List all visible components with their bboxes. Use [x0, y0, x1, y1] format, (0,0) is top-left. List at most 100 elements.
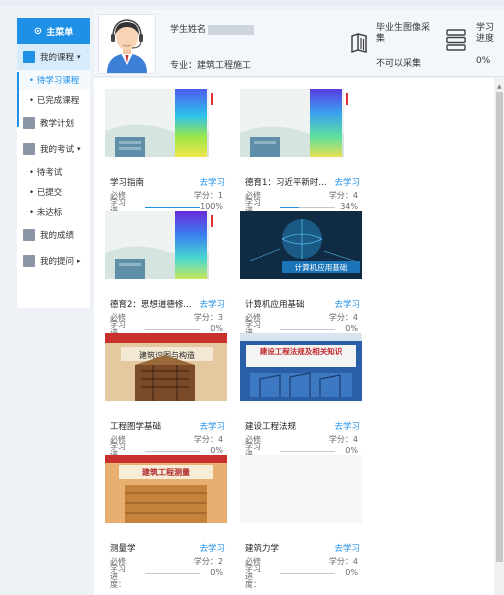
sidebar: ⊙ 主菜单 我的课程 ▾ • 待学习课程 • 已完成课程 教学计划 我的考试 ▾…: [17, 18, 90, 308]
study-progress-value: 0%: [476, 56, 491, 66]
progress-bar: [280, 451, 335, 452]
go-study-link[interactable]: 去学习: [334, 420, 360, 432]
course-credit: 学分：3: [193, 313, 223, 322]
graduate-collect-status: 不可以采集: [376, 59, 422, 69]
progress-fill: [280, 207, 299, 208]
course-credit: 学分：4: [328, 435, 358, 444]
course-cover: 计算机应用基础: [240, 211, 362, 279]
scrollbar-thumb[interactable]: [496, 92, 503, 562]
study-progress-icon: [446, 29, 466, 51]
sidebar-item-label: 教学计划: [40, 119, 75, 129]
avatar: [98, 14, 156, 74]
course-cover: 建筑工程测量: [105, 455, 227, 523]
course-title: 学习指南: [110, 178, 145, 188]
progress-percent: 0%: [210, 324, 223, 333]
sidebar-item-label: 我的考试: [40, 145, 75, 155]
course-cover-empty: [240, 455, 362, 523]
course-card[interactable]: 建筑识图与构造 工程图学基础 去学习 必修 学分：4 学习进度： 0%: [105, 333, 227, 467]
sidebar-item-my-exams[interactable]: 我的考试 ▾: [17, 136, 90, 162]
course-cover: [105, 89, 227, 157]
go-study-link[interactable]: 去学习: [334, 176, 360, 188]
main-menu-header[interactable]: ⊙ 主菜单: [17, 18, 90, 44]
course-credit: 学分：1: [193, 191, 223, 200]
progress-percent: 0%: [345, 568, 358, 577]
home-icon: ⊙: [33, 25, 43, 37]
course-card[interactable]: 学习指南 去学习 必修 学分：1 学习进度： 100%: [105, 89, 227, 223]
course-card[interactable]: 德育2：思想道德修... 去学习 必修 学分：3 学习进度： 0%: [105, 211, 227, 345]
sidebar-item-label: 我的成绩: [40, 231, 75, 241]
progress-bar: [145, 329, 200, 330]
progress-percent: 34%: [340, 202, 358, 211]
course-card[interactable]: 计算机应用基础 计算机应用基础 去学习 必修 学分：4 学习进度： 0%: [240, 211, 362, 345]
sidebar-item-my-courses[interactable]: 我的课程 ▾: [17, 44, 90, 70]
progress-bar: [145, 451, 200, 452]
course-icon: [23, 51, 35, 63]
active-indicator: [17, 72, 19, 127]
plan-icon: [23, 117, 35, 129]
progress-label: 学习进度：: [110, 564, 126, 589]
sidebar-sub-submitted[interactable]: • 已提交: [17, 182, 90, 202]
graduate-collect-label[interactable]: 毕业生图像采集: [376, 23, 432, 45]
photo-collect-icon: [351, 32, 367, 54]
name-label: 学生姓名: [170, 25, 207, 35]
chevron-down-icon: ▾: [77, 53, 81, 61]
course-title: 建设工程法规: [245, 422, 297, 432]
progress-fill: [145, 207, 200, 208]
progress-bar: [280, 207, 335, 208]
course-credit: 学分：4: [328, 557, 358, 566]
sidebar-sub-pending-exams[interactable]: • 待考试: [17, 162, 90, 182]
study-progress-label: 学习进度: [476, 23, 495, 44]
sidebar-item-my-questions[interactable]: 我的提问 ▸: [17, 248, 90, 274]
page-scrollbar[interactable]: ▲: [495, 80, 504, 595]
course-title: 德育1：习近平新时...: [245, 178, 327, 188]
sidebar-sub-completed-courses[interactable]: • 已完成课程: [17, 90, 90, 110]
course-cover: [105, 211, 227, 279]
course-title: 德育2：思想道德修...: [110, 300, 192, 310]
course-cover: [240, 89, 362, 157]
course-title: 计算机应用基础: [245, 300, 305, 310]
main-menu-label: 主菜单: [46, 27, 74, 38]
student-name: 学生姓名: [170, 22, 255, 35]
question-icon: [23, 255, 35, 267]
course-card[interactable]: 建筑工程测量 测量学 去学习 必修 学分：2 学习进度： 0%: [105, 455, 227, 589]
student-avatar-icon: [107, 19, 147, 73]
go-study-link[interactable]: 去学习: [199, 542, 225, 554]
chevron-down-icon: ▾: [77, 145, 81, 153]
cover-text: 建筑工程测量: [141, 467, 190, 477]
cover-text: 计算机应用基础: [295, 262, 348, 272]
course-credit: 学分：4: [328, 191, 358, 200]
course-credit: 学分：4: [328, 313, 358, 322]
go-study-link[interactable]: 去学习: [334, 298, 360, 310]
progress-bar: [145, 207, 200, 208]
exam-icon: [23, 143, 35, 155]
chevron-right-icon: ▸: [77, 257, 81, 265]
progress-bar: [280, 573, 335, 574]
go-study-link[interactable]: 去学习: [334, 542, 360, 554]
progress-percent: 0%: [210, 568, 223, 577]
go-study-link[interactable]: 去学习: [199, 420, 225, 432]
course-title: 测量学: [110, 544, 136, 554]
course-grid: 学习指南 去学习 必修 学分：1 学习进度： 100% 德育1：习近平新时...…: [94, 78, 494, 595]
course-credit: 学分：2: [193, 557, 223, 566]
sidebar-sub-pending-courses[interactable]: • 待学习课程: [17, 70, 90, 90]
sidebar-item-teaching-plan[interactable]: 教学计划: [17, 110, 90, 136]
go-study-link[interactable]: 去学习: [199, 298, 225, 310]
progress-label: 学习进度：: [245, 564, 261, 589]
course-title: 工程图学基础: [110, 422, 162, 432]
go-study-link[interactable]: 去学习: [199, 176, 225, 188]
sidebar-sub-failed[interactable]: • 未达标: [17, 202, 90, 222]
course-credit: 学分：4: [193, 435, 223, 444]
progress-percent: 0%: [210, 446, 223, 455]
course-cover: 建设工程法规及相关知识: [240, 333, 362, 401]
scroll-up-icon[interactable]: ▲: [497, 83, 502, 90]
grade-icon: [23, 229, 35, 241]
progress-bar: [145, 573, 200, 574]
sidebar-item-my-grades[interactable]: 我的成绩: [17, 222, 90, 248]
course-card[interactable]: 建筑力学 去学习 必修 学分：4 学习进度： 0%: [240, 455, 362, 589]
course-cover: 建筑识图与构造: [105, 333, 227, 401]
top-strip: [0, 0, 504, 6]
student-header: 学生姓名 专业：建筑工程施工 毕业生图像采集 不可以采集 学习进度 0%: [94, 10, 504, 77]
cover-text: 建设工程法规及相关知识: [259, 346, 343, 356]
course-card[interactable]: 建设工程法规及相关知识 建设工程法规 去学习 必修 学分：4 学习进度： 0%: [240, 333, 362, 467]
course-card[interactable]: 德育1：习近平新时... 去学习 必修 学分：4 学习进度： 34%: [240, 89, 362, 223]
